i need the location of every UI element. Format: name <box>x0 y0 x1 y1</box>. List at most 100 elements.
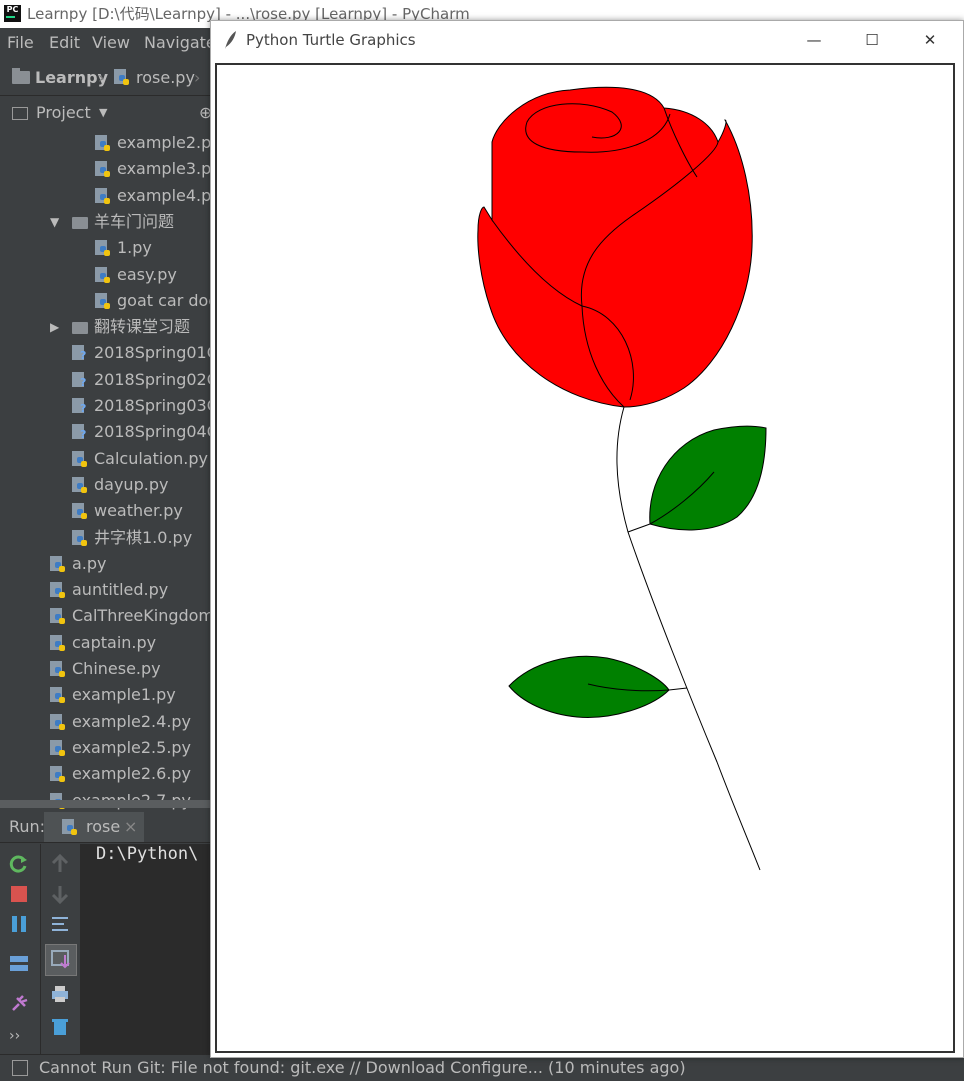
python-file-icon <box>50 713 66 731</box>
tree-item-label: Calculation.py <box>94 448 208 468</box>
python-file-icon <box>62 819 78 836</box>
more-tools-icon[interactable]: ›› <box>9 1028 29 1048</box>
scroll-to-end-icon[interactable] <box>45 944 77 976</box>
python-file-icon <box>95 135 111 152</box>
tree-item-label: 2018Spring04G <box>94 422 220 442</box>
tree-item-label: example2.py <box>117 133 221 152</box>
print-icon[interactable] <box>50 984 70 1004</box>
tree-item-label: captain.py <box>72 632 157 652</box>
dump-threads-icon[interactable] <box>9 954 29 974</box>
tree-item-label: a.py <box>72 553 107 573</box>
trash-icon[interactable] <box>50 1016 70 1036</box>
tree-item-label: example2.5.py <box>72 737 192 757</box>
python-file-icon <box>72 503 88 520</box>
breadcrumb-separator-icon: › <box>194 68 201 87</box>
python-file-icon <box>95 266 111 284</box>
run-header: Run: rose × <box>0 812 210 843</box>
tree-item-label: 井字棋1.0.py <box>94 527 193 547</box>
arrow-down-icon[interactable] <box>50 884 70 905</box>
close-button[interactable]: ✕ <box>907 21 953 59</box>
tree-item-label: dayup.py <box>94 474 169 494</box>
run-tab-rose[interactable]: rose × <box>44 812 144 842</box>
unknown-file-icon: ? <box>72 345 88 362</box>
tree-item-label: example4.py <box>117 185 221 205</box>
status-message[interactable]: Cannot Run Git: File not found: git.exe … <box>39 1055 686 1081</box>
tree-item-label: auntitled.py <box>72 580 169 600</box>
tree-item-label: CalThreeKingdoms <box>72 606 223 626</box>
project-panel-header[interactable]: Project ▼ ⊕ <box>0 96 212 130</box>
rose-leaf-lower <box>508 655 670 718</box>
unknown-file-icon: ? <box>72 424 88 441</box>
folder-icon <box>72 216 88 229</box>
project-panel: Project ▼ ⊕ example2.py example3.py exampl… <box>0 96 222 810</box>
menu-file[interactable]: File <box>7 28 34 58</box>
soft-wrap-icon[interactable] <box>50 914 70 934</box>
menu-edit[interactable]: Edit <box>49 28 80 58</box>
python-file-icon <box>50 739 66 757</box>
turtle-title-bar[interactable]: Python Turtle Graphics — ☐ ✕ <box>211 21 963 59</box>
run-toolbar-right <box>40 844 79 1054</box>
tree-item-label: easy.py <box>117 264 177 284</box>
python-file-icon <box>114 69 130 86</box>
python-file-icon <box>95 161 111 178</box>
unknown-file-icon: ? <box>72 371 88 389</box>
project-title: Project <box>36 103 91 122</box>
close-icon[interactable]: × <box>124 812 137 842</box>
python-file-icon <box>72 476 88 494</box>
folder-icon <box>72 322 88 335</box>
close-icon: ✕ <box>923 31 937 49</box>
python-file-icon <box>95 292 111 310</box>
tree-item-label: 2018Spring01G <box>94 343 220 363</box>
turtle-window: Python Turtle Graphics — ☐ ✕ <box>210 20 964 1058</box>
tree-item-label: example3.py <box>117 159 221 179</box>
project-view-icon <box>12 107 28 120</box>
arrow-up-icon[interactable] <box>50 853 70 874</box>
python-file-icon <box>50 555 66 573</box>
minimize-icon: — <box>806 31 822 49</box>
unknown-file-icon: ? <box>72 398 88 415</box>
horizontal-scrollbar[interactable] <box>0 800 210 808</box>
python-file-icon <box>50 634 66 652</box>
tree-item-label: goat car doo <box>117 290 219 310</box>
run-label: Run: <box>9 817 46 836</box>
python-file-icon <box>72 450 88 468</box>
console-line: D:\Python\ <box>96 844 199 864</box>
console-output[interactable]: D:\Python\ <box>80 844 210 1054</box>
run-panel: Run: rose × ›› D:\Python\ <box>0 812 210 1054</box>
folder-icon <box>12 68 30 84</box>
turtle-canvas[interactable] <box>215 63 955 1053</box>
python-file-icon <box>50 661 66 678</box>
tree-item-label: weather.py <box>94 501 183 521</box>
tree-item-label: 1.py <box>117 238 152 258</box>
tree-item-label: 翻转课堂习题 <box>94 317 191 337</box>
maximize-button[interactable]: ☐ <box>849 21 895 59</box>
turtle-window-title: Python Turtle Graphics <box>246 31 416 49</box>
expand-right-icon[interactable]: ▶ <box>50 314 59 340</box>
pin-icon[interactable] <box>9 994 29 1014</box>
minimize-button[interactable]: — <box>791 21 837 59</box>
python-file-icon <box>72 529 88 547</box>
tool-window-toggle-icon[interactable] <box>12 1060 28 1076</box>
menu-navigate[interactable]: Navigate <box>144 28 216 58</box>
tree-item-label: 2018Spring02G <box>94 369 220 389</box>
tree-item-label: example2.4.py <box>72 711 192 731</box>
tree-item-label: 羊车门问题 <box>94 211 175 231</box>
rose-drawing <box>477 86 767 871</box>
chevron-down-icon[interactable]: ▼ <box>99 96 107 130</box>
python-file-icon <box>95 240 111 257</box>
maximize-icon: ☐ <box>865 31 879 49</box>
breadcrumb-file[interactable]: rose.py <box>136 60 195 95</box>
stop-icon[interactable] <box>9 884 29 904</box>
rerun-icon[interactable] <box>9 854 29 874</box>
run-toolbar-left: ›› <box>0 844 38 1054</box>
rose-leaf-upper <box>649 425 767 531</box>
menu-view[interactable]: View <box>92 28 130 58</box>
tree-item-label: Chinese.py <box>72 659 161 678</box>
expand-down-icon[interactable]: ▼ <box>50 209 59 235</box>
tree-item-label: example2.6.py <box>72 764 192 784</box>
python-file-icon <box>50 608 66 625</box>
pause-icon[interactable] <box>9 914 29 934</box>
tree-item-label: example1.py <box>72 685 176 705</box>
python-file-icon <box>50 582 66 599</box>
status-bar: Cannot Run Git: File not found: git.exe … <box>0 1054 964 1081</box>
